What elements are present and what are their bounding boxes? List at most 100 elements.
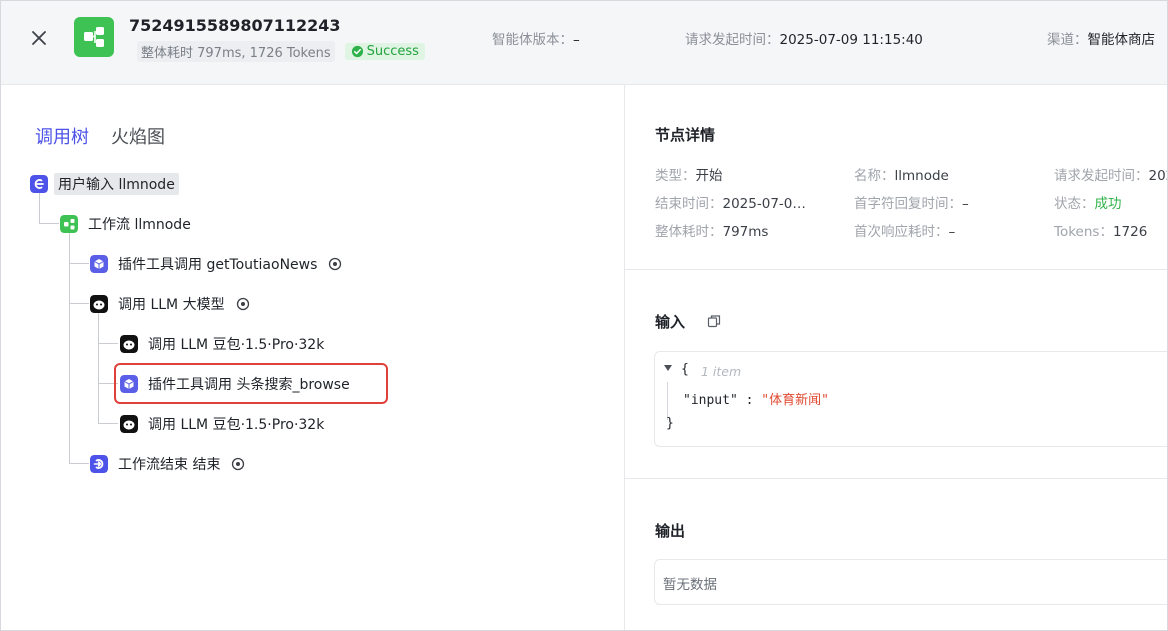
section-divider: [625, 478, 1167, 479]
detail-request-time-value: 2025-07-09 11:15:40: [1148, 168, 1168, 184]
detail-type-value: 开始: [695, 168, 723, 184]
tree-connector: [39, 192, 40, 224]
detail-first-response-label: 首次响应耗时：: [854, 224, 949, 240]
section-divider: [625, 269, 1167, 270]
tree-node-plugin-getToutiaoNews[interactable]: 插件工具调用 getToutiaoNews: [90, 252, 343, 276]
channel-value: 智能体商店: [1087, 32, 1156, 48]
detail-status-value: 成功: [1094, 196, 1122, 212]
json-colon: :: [737, 393, 762, 408]
detail-tokens-label: Tokens：: [1054, 224, 1113, 240]
version-field: 智能体版本：–: [492, 28, 580, 48]
detail-total-duration: 整体耗时：797ms: [655, 220, 768, 240]
json-item-count: 1 item: [701, 364, 742, 379]
tree-node-label: 用户输入 llmnode: [54, 173, 179, 195]
detail-tokens: Tokens：1726: [1054, 220, 1147, 240]
detail-name: 名称：llmnode: [854, 164, 949, 184]
workflow-icon: [60, 215, 78, 233]
detail-request-time: 请求发起时间：2025-07-09 11:15:40: [1054, 164, 1168, 184]
json-indent-guide: [667, 382, 668, 420]
detail-type-label: 类型：: [655, 168, 696, 184]
plugin-cube-icon: [90, 255, 108, 273]
user-input-icon: [30, 175, 48, 193]
tree-connector: [69, 303, 89, 304]
tree-connector: [39, 223, 59, 224]
detail-name-value: llmnode: [894, 168, 949, 184]
detail-type: 类型：开始: [655, 164, 723, 184]
tree-node-user-input[interactable]: 用户输入 llmnode: [30, 172, 179, 196]
request-time-value: 2025-07-09 11:15:40: [779, 32, 923, 48]
detail-request-time-label: 请求发起时间：: [1054, 168, 1149, 184]
json-value: "体育新闻": [761, 393, 829, 408]
version-label: 智能体版本：: [492, 32, 573, 48]
llm-bot-icon: [120, 335, 138, 353]
tree-connector: [98, 312, 99, 424]
view-tabs: 调用树 火焰图: [35, 123, 165, 149]
check-circle-icon: [351, 45, 363, 57]
detail-total-value: 797ms: [722, 224, 769, 240]
tree-node-label: 调用 LLM 豆包·1.5·Pro·32k: [148, 337, 325, 353]
status-text: Success: [366, 43, 419, 59]
locate-target-icon[interactable]: [230, 456, 246, 472]
detail-status: 状态：成功: [1054, 192, 1122, 212]
detail-first-response: 首次响应耗时：–: [854, 220, 955, 240]
tree-node-label: 工作流 llmnode: [88, 217, 191, 233]
detail-status-label: 状态：: [1054, 196, 1095, 212]
tree-node-label: 调用 LLM 大模型: [118, 297, 225, 313]
locate-target-icon[interactable]: [327, 256, 343, 272]
tree-node-label: 插件工具调用 getToutiaoNews: [118, 257, 318, 273]
close-icon[interactable]: [27, 26, 51, 50]
trace-id: 7524915589807112243: [129, 16, 341, 35]
json-open-brace: {: [681, 362, 689, 377]
workflow-app-icon: [74, 17, 114, 57]
trace-detail-window: 7524915589807112243 整体耗时 797ms, 1726 Tok…: [0, 0, 1168, 631]
tree-node-llm-doubao-2[interactable]: 调用 LLM 豆包·1.5·Pro·32k: [120, 412, 324, 436]
request-time-label: 请求发起时间：: [685, 32, 780, 48]
llm-bot-icon: [120, 415, 138, 433]
tree-connector: [69, 263, 89, 264]
detail-total-label: 整体耗时：: [655, 224, 723, 240]
highlight-box: [114, 363, 388, 404]
tree-connector: [98, 423, 118, 424]
output-viewer: 暂无数据: [654, 559, 1167, 605]
collapse-caret-icon[interactable]: [664, 365, 672, 371]
trace-meta: 整体耗时 797ms, 1726 Tokens Success: [137, 40, 425, 62]
detail-end-time-label: 结束时间：: [655, 196, 723, 212]
input-json-viewer: { 1 item "input" : "体育新闻" }: [654, 351, 1167, 447]
workflow-end-icon: [90, 455, 108, 473]
status-badge: Success: [344, 42, 425, 60]
detail-end-time-value: 2025-07-0…: [722, 196, 806, 212]
request-time-field: 请求发起时间：2025-07-09 11:15:40: [685, 28, 923, 48]
tree-connector: [98, 343, 118, 344]
detail-first-char-time: 首字符回复时间：–: [854, 192, 969, 212]
tab-flame-graph[interactable]: 火焰图: [111, 123, 165, 149]
detail-first-char-value: –: [962, 196, 969, 212]
detail-tokens-value: 1726: [1112, 224, 1148, 240]
copy-icon[interactable]: [707, 314, 721, 328]
output-title: 输出: [655, 522, 686, 540]
tree-node-llm-doubao-1[interactable]: 调用 LLM 豆包·1.5·Pro·32k: [120, 332, 324, 356]
tree-node-label: 调用 LLM 豆包·1.5·Pro·32k: [148, 417, 325, 433]
tree-connector: [69, 463, 89, 464]
json-entry: "input" : "体育新闻": [683, 389, 829, 408]
node-details-title: 节点详情: [655, 126, 716, 144]
node-detail-panel: 节点详情 类型：开始 名称：llmnode 请求发起时间：2025-07-09 …: [625, 85, 1168, 630]
tree-node-workflow-end[interactable]: 工作流结束 结束: [90, 452, 246, 476]
llm-bot-icon: [90, 295, 108, 313]
tree-node-llm-model[interactable]: 调用 LLM 大模型: [90, 292, 251, 316]
tree-node-label: 工作流结束 结束: [118, 457, 221, 473]
call-tree-panel: 调用树 火焰图 用户输入 llmnode 工作流 llmnode 插件工具调用 …: [1, 85, 624, 630]
trace-header: 7524915589807112243 整体耗时 797ms, 1726 Tok…: [1, 1, 1167, 85]
tree-node-workflow[interactable]: 工作流 llmnode: [60, 212, 191, 236]
tree-connector: [69, 232, 70, 464]
output-empty-text: 暂无数据: [663, 577, 717, 593]
detail-first-char-label: 首字符回复时间：: [854, 196, 962, 212]
input-title: 输入: [655, 313, 686, 331]
detail-name-label: 名称：: [854, 168, 895, 184]
detail-end-time: 结束时间：2025-07-0…: [655, 192, 806, 212]
channel-label: 渠道：: [1047, 32, 1088, 48]
tab-call-tree[interactable]: 调用树: [35, 123, 89, 149]
channel-field: 渠道：智能体商店: [1047, 28, 1155, 48]
locate-target-icon[interactable]: [235, 296, 251, 312]
json-key: "input": [683, 393, 738, 408]
version-value: –: [573, 32, 580, 48]
